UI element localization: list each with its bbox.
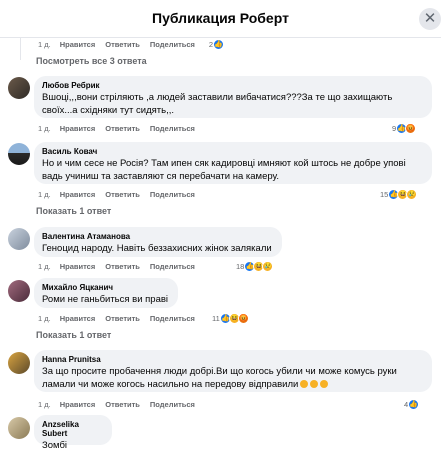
like-reaction-icon: 👍 [408,398,420,410]
like-button[interactable]: Нравится [60,262,96,271]
comment-bubble: Hanna Prunitsa За що просите пробачення … [34,350,432,392]
dialog-title: Публикация Роберт [152,10,289,26]
avatar[interactable] [8,228,30,250]
sad-reaction-icon: 😢 [406,188,418,200]
like-button[interactable]: Нравится [60,400,96,409]
comment-text: Зомбі [42,440,67,450]
comment-bubble: Василь Ковач Но и чим сесе не Росія? Там… [34,142,432,184]
reply-button[interactable]: Ответить [105,124,140,133]
like-reaction-icon: 👍 [213,38,225,50]
comment-author[interactable]: Любов Ребрик [42,81,424,90]
show-replies-link[interactable]: Показать 1 ответ [36,330,111,340]
comment-author[interactable]: Hanna Prunitsa [42,355,424,364]
reactions-summary[interactable]: 15 👍 😆 😢 [380,188,418,200]
share-button[interactable]: Поделиться [150,190,195,199]
comment-meta: 1 д. Нравится Ответить Поделиться [38,122,205,134]
comment-meta: 1 д. Нравится Ответить Поделиться [38,312,205,324]
timestamp[interactable]: 1 д. [38,190,51,199]
comment-meta: 1 д. Нравится Ответить Поделиться [38,188,205,200]
sad-reaction-icon: 😢 [262,260,274,272]
comment-bubble: Михайло Яцканич Роми не ганьбиться ви пр… [34,278,178,308]
share-button[interactable]: Поделиться [150,124,195,133]
comment-author[interactable]: Василь Ковач [42,147,424,156]
timestamp[interactable]: 1 д. [38,314,51,323]
share-button[interactable]: Поделиться [150,314,195,323]
avatar[interactable] [8,143,30,165]
emoji-icon [300,379,309,388]
emoji-icon [320,379,329,388]
comment-text-content: За що просите пробачення люди добрі.Ви щ… [42,366,397,390]
share-button[interactable]: Поделиться [150,400,195,409]
comment-author[interactable]: Валентина Атаманова [42,232,274,241]
reply-button[interactable]: Ответить [105,40,140,49]
avatar[interactable] [8,77,30,99]
angry-reaction-icon: 😡 [237,312,249,324]
share-button[interactable]: Поделиться [150,262,195,271]
comment-bubble: Anzselika Subert Зомбі [34,415,112,450]
comment-bubble: Любов Ребрик Вшоці,,,вони стріляють ,а л… [34,76,432,118]
like-button[interactable]: Нравится [60,190,96,199]
like-button[interactable]: Нравится [60,124,96,133]
close-icon[interactable]: ✕ [419,8,441,30]
thread-line [20,38,21,60]
share-button[interactable]: Поделиться [150,40,195,49]
comment-text: За що просите пробачення люди добрі.Ви щ… [42,366,424,391]
reaction-count: 15 [380,189,389,199]
comment-meta: 1 д. Нравится Ответить Поделиться [38,398,205,410]
comment-text: Роми не ганьбиться ви праві [42,294,169,305]
top-reply-meta: 1 д. Нравится Ответить Поделиться 2 👍 [38,38,225,50]
reactions-summary[interactable]: 18 👍 😆 😢 [236,260,274,272]
comment-author[interactable]: Михайло Яцканич [42,283,170,292]
timestamp[interactable]: 1 д. [38,262,51,271]
comment-author[interactable]: Anzselika Subert [42,420,104,438]
reply-button[interactable]: Ответить [105,400,140,409]
angry-reaction-icon: 😡 [405,122,417,134]
reaction-count: 18 [236,261,245,271]
comment-text: Но и чим сесе не Росія? Там ипен сяк кад… [42,158,406,182]
post-dialog-header: Публикация Роберт ✕ [0,0,441,38]
comment-bubble: Валентина Атаманова Геноцид народу. Наві… [34,227,282,257]
reactions-summary[interactable]: 9 👍 😡 [392,122,417,134]
reactions-summary[interactable]: 11 👍 😆 😡 [212,312,249,324]
avatar[interactable] [8,352,30,374]
reaction-count: 11 [212,313,220,323]
avatar[interactable] [8,280,30,302]
show-more-replies-link[interactable]: Посмотреть все 3 ответа [36,56,147,66]
reply-button[interactable]: Ответить [105,262,140,271]
like-button[interactable]: Нравится [60,314,96,323]
timestamp[interactable]: 1 д. [38,40,51,49]
like-button[interactable]: Нравится [60,40,96,49]
reactions-summary[interactable]: 4 👍 [404,398,420,410]
timestamp[interactable]: 1 д. [38,400,51,409]
comment-text: Геноцид народу. Навіть беззахисних жінок… [42,243,272,254]
comment-meta: 1 д. Нравится Ответить Поделиться [38,260,205,272]
comment-text: Вшоці,,,вони стріляють ,а людей заставил… [42,92,393,116]
emoji-icon [310,379,319,388]
avatar[interactable] [8,417,30,439]
reply-button[interactable]: Ответить [105,190,140,199]
show-replies-link[interactable]: Показать 1 ответ [36,206,111,216]
reply-button[interactable]: Ответить [105,314,140,323]
timestamp[interactable]: 1 д. [38,124,51,133]
